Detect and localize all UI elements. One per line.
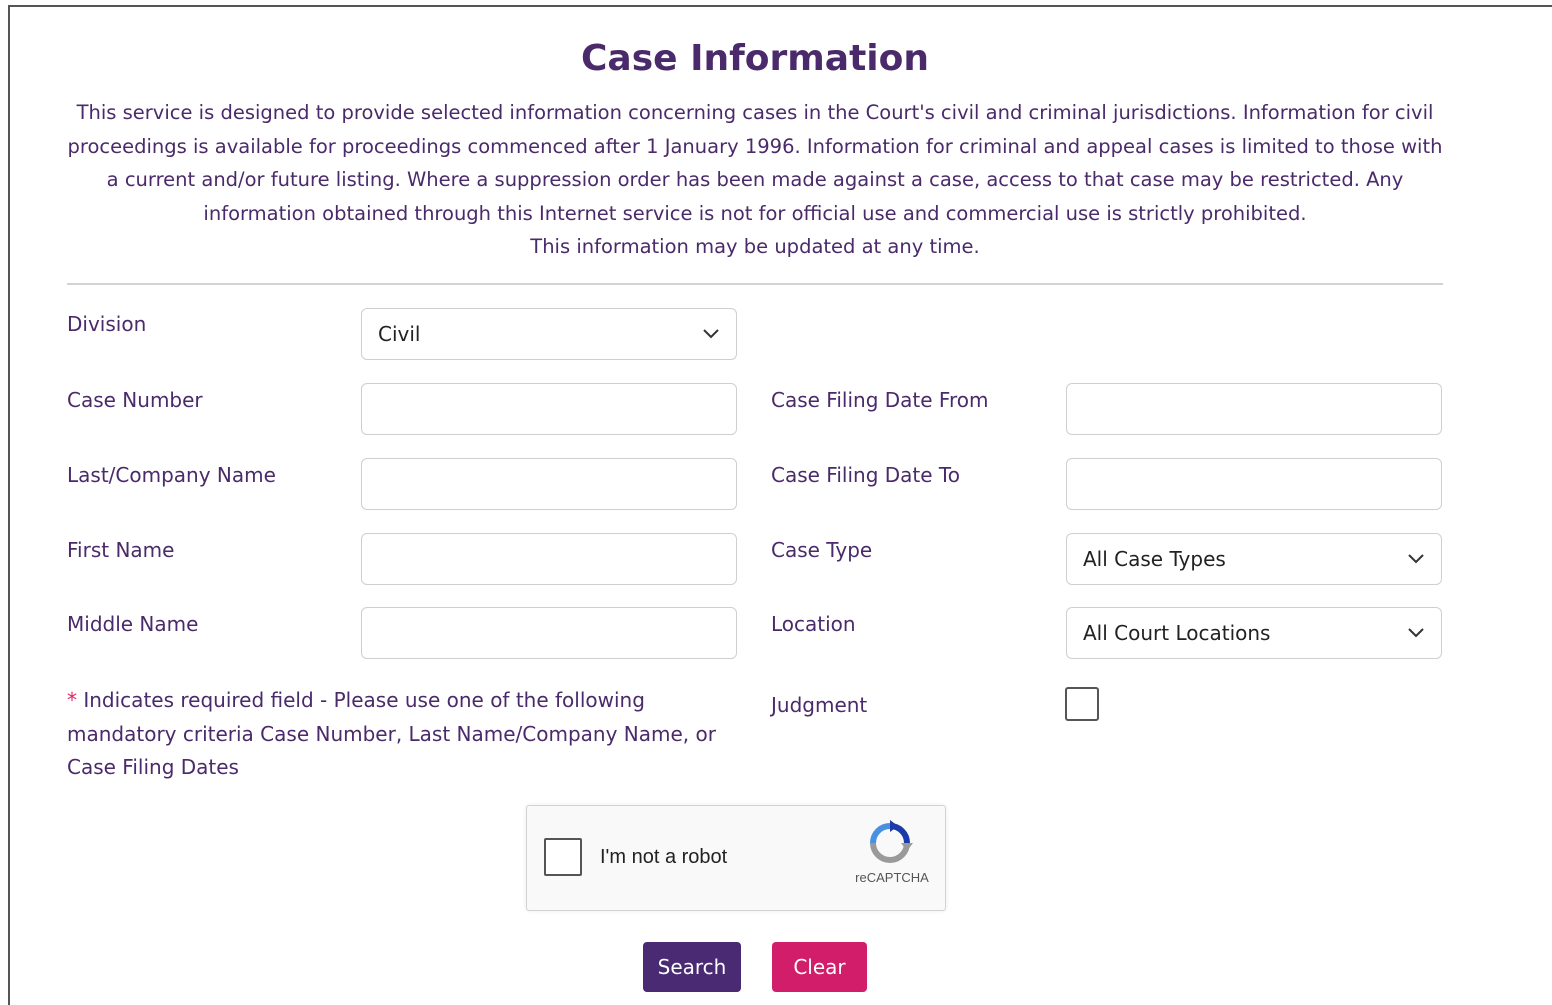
chevron-down-icon	[702, 325, 720, 343]
last-company-name-label: Last/Company Name	[67, 463, 276, 487]
middle-name-input[interactable]	[361, 607, 737, 659]
division-selected-value: Civil	[378, 322, 421, 346]
recaptcha-widget: I'm not a robot reCAPTCHA	[526, 805, 946, 911]
first-name-input[interactable]	[361, 533, 737, 585]
recaptcha-label: I'm not a robot	[600, 846, 728, 868]
page-title: Case Information	[581, 38, 929, 79]
chevron-down-icon	[1407, 550, 1425, 568]
case-type-select[interactable]: All Case Types	[1066, 533, 1442, 585]
intro-paragraph: This service is designed to provide sele…	[67, 101, 1443, 225]
filing-date-to-input[interactable]	[1066, 458, 1442, 510]
required-note-text: Indicates required field - Please use on…	[67, 688, 716, 779]
intro-update-note: This information may be updated at any t…	[530, 235, 980, 258]
location-label: Location	[771, 612, 856, 636]
case-number-label: Case Number	[67, 388, 203, 412]
filing-date-to-label: Case Filing Date To	[771, 463, 960, 487]
filing-date-from-input[interactable]	[1066, 383, 1442, 435]
chevron-down-icon	[1407, 624, 1425, 642]
clear-button[interactable]: Clear	[772, 942, 867, 992]
filing-date-from-label: Case Filing Date From	[771, 388, 989, 412]
section-divider	[67, 283, 1443, 285]
first-name-label: First Name	[67, 538, 175, 562]
recaptcha-checkbox[interactable]	[544, 838, 582, 876]
division-select[interactable]: Civil	[361, 308, 737, 360]
search-button[interactable]: Search	[643, 942, 741, 992]
location-select[interactable]: All Court Locations	[1066, 607, 1442, 659]
division-label: Division	[67, 312, 147, 336]
case-type-selected-value: All Case Types	[1083, 547, 1226, 571]
recaptcha-brand: reCAPTCHA	[855, 870, 929, 885]
intro-text: This service is designed to provide sele…	[62, 96, 1448, 264]
judgment-label: Judgment	[771, 693, 868, 717]
case-type-label: Case Type	[771, 538, 873, 562]
middle-name-label: Middle Name	[67, 612, 199, 636]
location-selected-value: All Court Locations	[1083, 621, 1271, 645]
last-company-name-input[interactable]	[361, 458, 737, 510]
recaptcha-logo-icon	[870, 820, 913, 863]
judgment-checkbox[interactable]	[1065, 687, 1099, 721]
required-field-note: * Indicates required field - Please use …	[67, 684, 727, 785]
case-number-input[interactable]	[361, 383, 737, 435]
required-star: *	[67, 688, 77, 712]
